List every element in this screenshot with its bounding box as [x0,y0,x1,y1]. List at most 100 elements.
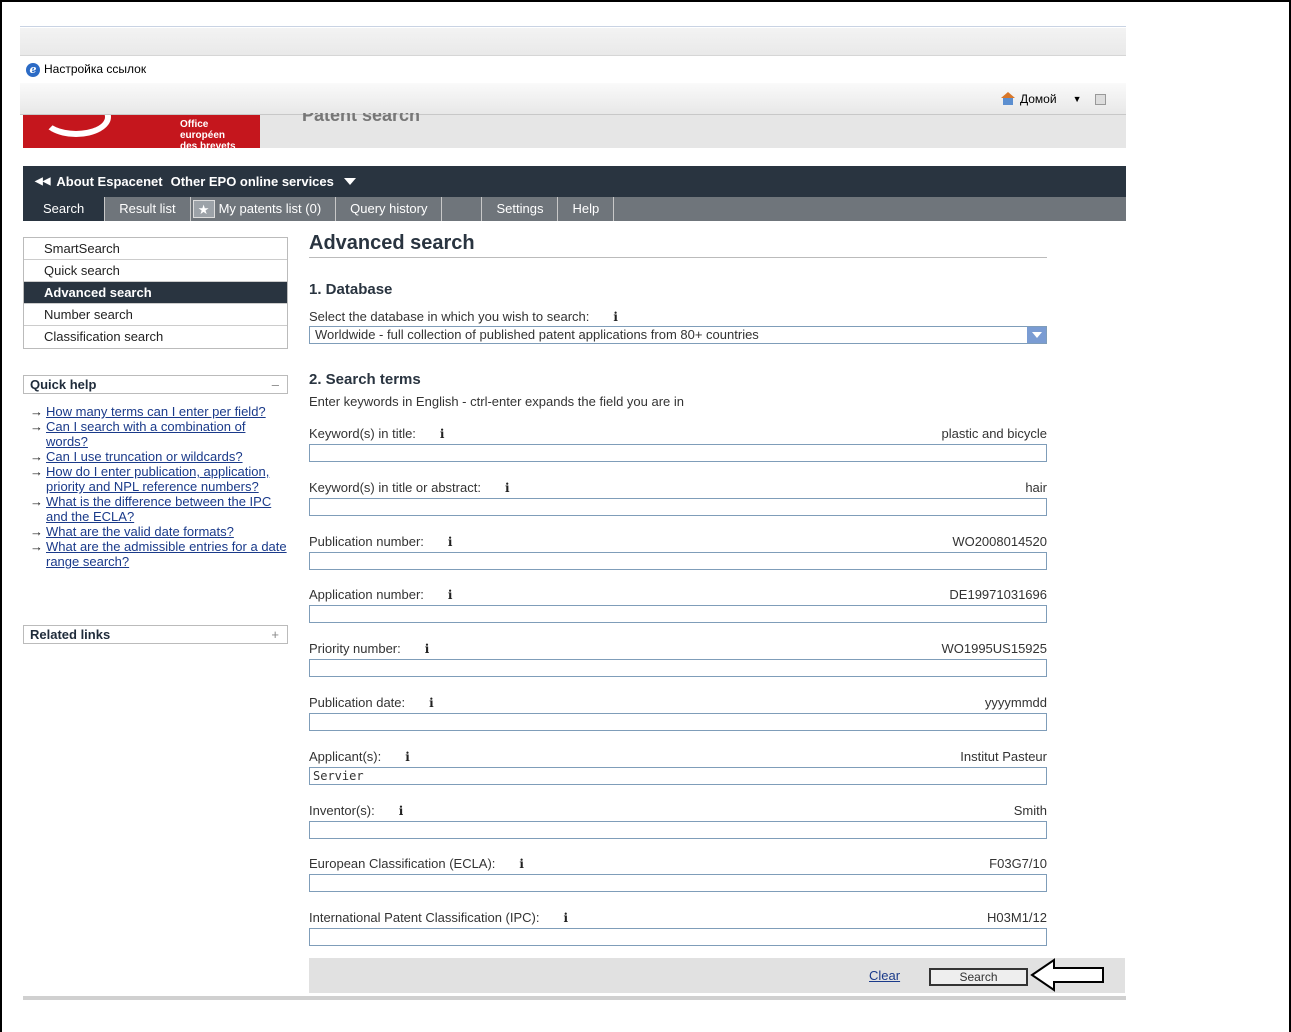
field-label-text: Applicant(s): [309,749,382,764]
list-item: → What is the difference between the IPC … [30,494,288,524]
search-field-input[interactable] [309,821,1047,839]
title-divider [309,257,1047,258]
search-terms-hint: Enter keywords in English - ctrl-enter e… [309,394,685,409]
field-example: yyyymmdd [984,695,1047,710]
command-bar [20,83,1126,115]
other-services-menu[interactable]: Other EPO online services [171,174,356,189]
info-icon[interactable]: i [429,696,434,710]
field-label: Application number: i [309,587,452,602]
nav-item-advanced-search[interactable]: Advanced search [24,282,287,304]
related-links-header[interactable]: Related links + [23,625,288,644]
quick-help-header[interactable]: Quick help – [23,375,288,394]
search-field-input[interactable] [309,444,1047,462]
search-field-input[interactable]: Servier [309,767,1047,785]
tab-my-patents-label: My patents list (0) [218,201,322,216]
help-link[interactable]: Can I use truncation or wildcards? [46,449,243,464]
page-bottom-border [23,996,1126,1000]
search-button[interactable]: Search [929,968,1028,986]
list-item: → What are the admissible entries for a d… [30,539,288,569]
main-tabs: Search Result list ★ My patents list (0)… [23,197,1126,221]
arrow-right-icon: → [30,449,43,464]
tab-settings[interactable]: Settings [482,197,559,221]
arrow-right-icon: → [30,524,43,539]
help-link[interactable]: What are the admissible entries for a da… [46,539,287,569]
field-label: International Patent Classification (IPC… [309,910,568,925]
field-example: hair [1025,480,1047,495]
field-example: WO1995US15925 [941,641,1047,656]
info-icon[interactable]: i [519,857,524,871]
home-icon [1000,92,1016,106]
search-field-input[interactable] [309,605,1047,623]
help-link[interactable]: What is the difference between the IPC a… [46,494,271,524]
links-bar [20,57,1126,83]
field-example: DE19971031696 [949,587,1047,602]
feed-icon[interactable] [1095,93,1107,105]
field-label-text: Application number: [309,587,424,602]
field-label: Priority number: i [309,641,429,656]
nav-item-number-search[interactable]: Number search [24,304,287,326]
field-label-text: Keyword(s) in title or abstract: [309,480,481,495]
logo-text-line1: Office européen [180,119,226,141]
info-icon[interactable]: i [564,911,569,925]
info-icon[interactable]: i [425,642,430,656]
clear-link[interactable]: Clear [869,968,900,983]
star-icon: ★ [192,200,215,218]
field-label: Publication number: i [309,534,452,549]
info-icon[interactable]: i [505,481,510,495]
help-link[interactable]: What are the valid date formats? [46,524,234,539]
nav-item-classification-search[interactable]: Classification search [24,326,287,348]
tab-result-list[interactable]: Result list [105,197,191,221]
help-link[interactable]: How many terms can I enter per field? [46,404,266,419]
field-example: F03G7/10 [989,856,1047,871]
database-selected-value: Worldwide - full collection of published… [315,327,759,342]
collapse-icon[interactable]: – [272,376,279,393]
arrow-right-icon: → [30,539,43,554]
field-label: European Classification (ECLA): i [309,856,524,871]
help-link[interactable]: Can I search with a combination of words… [46,419,245,449]
search-field-input[interactable] [309,659,1047,677]
quick-help-list: → How many terms can I enter per field? →… [30,404,288,569]
search-field-input[interactable] [309,874,1047,892]
database-select[interactable]: Worldwide - full collection of published… [309,326,1047,344]
search-field-input[interactable] [309,713,1047,731]
tab-search[interactable]: Search [23,197,106,221]
info-icon[interactable]: i [399,804,404,818]
field-label-text: Publication date: [309,695,406,710]
info-icon[interactable]: i [448,588,453,602]
field-example: Smith [1013,803,1047,818]
tab-spacer [442,197,483,221]
tab-my-patents[interactable]: ★ My patents list (0) [191,197,337,221]
list-item: → How many terms can I enter per field? [30,404,288,419]
home-button[interactable]: Домой ▼ [1000,92,1107,106]
ie-icon: e [26,63,40,77]
search-field-input[interactable] [309,552,1047,570]
logo-text-line2: des brevets [180,141,236,152]
tab-query-history[interactable]: Query history [336,197,443,221]
database-heading: 1. Database [309,281,393,298]
field-label-text: Priority number: [309,641,401,656]
field-label-text: European Classification (ECLA): [309,856,496,871]
nav-item-quick-search[interactable]: Quick search [24,260,287,282]
tab-help[interactable]: Help [558,197,615,221]
search-field-input[interactable] [309,928,1047,946]
help-link[interactable]: How do I enter publication, application,… [46,464,269,494]
search-field-input[interactable] [309,498,1047,516]
links-bar-label[interactable]: Настройка ссылок [44,62,146,76]
info-icon[interactable]: i [613,310,618,324]
info-icon[interactable]: i [440,427,445,441]
chevron-down-icon[interactable]: ▼ [1073,94,1082,104]
field-label-text: Inventor(s): [309,803,375,818]
info-icon[interactable]: i [448,535,453,549]
home-label: Домой [1020,92,1057,106]
annotation-arrow-icon [1030,958,1104,992]
other-services-label: Other EPO online services [170,174,334,189]
list-item: → What are the valid date formats? [30,524,288,539]
chevron-down-icon[interactable] [1027,327,1046,343]
field-label-text: Publication number: [309,534,424,549]
field-label: Keyword(s) in title: i [309,426,444,441]
arrow-right-icon: → [30,494,43,509]
expand-icon[interactable]: + [271,626,279,643]
nav-item-smartsearch[interactable]: SmartSearch [24,238,287,260]
about-espacenet-link[interactable]: About Espacenet [56,174,162,189]
info-icon[interactable]: i [405,750,410,764]
